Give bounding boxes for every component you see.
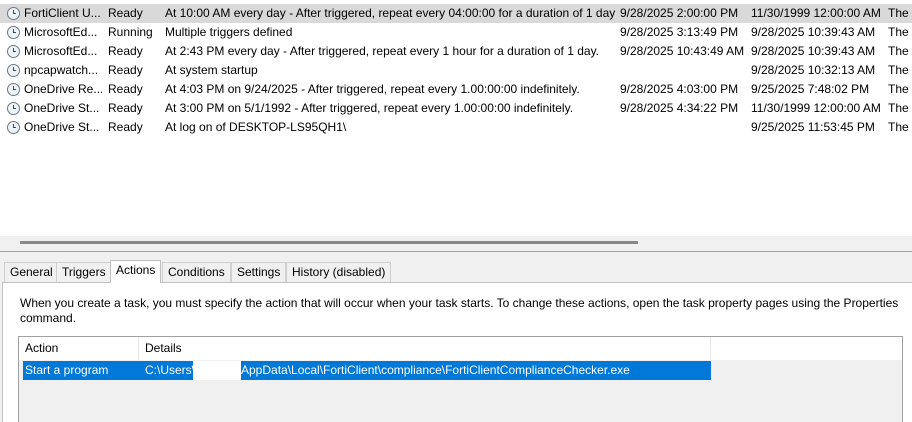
task-row[interactable]: MicrosoftEd... Ready At 2:43 PM every day … (0, 42, 912, 61)
task-next-run: 9/28/2025 3:13:49 PM (620, 25, 739, 39)
action-details-suffix: AppData\Local\FortiClient\compliance\For… (241, 363, 630, 377)
horizontal-scrollbar-thumb[interactable] (20, 241, 638, 244)
task-last-result: The t (888, 6, 912, 20)
task-next-run: 9/28/2025 2:00:00 PM (620, 6, 739, 20)
task-last-result: The (888, 120, 909, 134)
task-last-run: 9/25/2025 7:48:02 PM (751, 82, 870, 96)
task-row[interactable]: MicrosoftEd... Running Multiple triggers d… (0, 23, 912, 42)
action-details-prefix: C:\Users\ (145, 363, 196, 377)
scheduled-task-clock-icon (7, 121, 20, 134)
task-triggers: At 10:00 AM every day - After triggered,… (165, 6, 615, 20)
scheduled-task-clock-icon (7, 102, 20, 115)
scheduled-task-clock-icon (7, 45, 20, 58)
task-status: Ready (108, 82, 143, 96)
actions-list: Action Details Start a program C:\Users\… (18, 336, 903, 422)
task-name: OneDrive Re... (24, 82, 102, 96)
task-last-result: The (888, 44, 909, 58)
task-status: Running (108, 25, 153, 39)
task-next-run: 9/28/2025 10:43:49 AM (620, 44, 745, 58)
tab-actions[interactable]: Actions (110, 260, 162, 283)
task-next-run: 9/28/2025 4:03:00 PM (620, 82, 739, 96)
column-header-action[interactable]: Action (19, 337, 139, 360)
task-last-run: 9/28/2025 10:32:13 AM (751, 63, 876, 77)
task-last-run: 11/30/1999 12:00:00 AM (751, 101, 881, 115)
task-last-result: The c (888, 63, 912, 77)
task-row[interactable]: OneDrive St... Ready At log on of DESKTOP-… (0, 118, 912, 137)
task-name: npcapwatch... (24, 63, 99, 77)
task-status: Ready (108, 101, 143, 115)
scheduled-task-clock-icon (7, 83, 20, 96)
tab-triggers[interactable]: Triggers (56, 262, 112, 282)
task-list: FortiClient U... Ready At 10:00 AM every d… (0, 0, 912, 252)
task-last-result: The t (888, 101, 912, 115)
task-triggers: At 4:03 PM on 9/24/2025 - After triggere… (165, 82, 580, 96)
task-status: Ready (108, 120, 143, 134)
task-last-run: 9/28/2025 10:39:43 AM (751, 44, 876, 58)
action-row[interactable]: Start a program C:\Users\ AppData\Local\… (23, 361, 711, 380)
task-triggers: At 3:00 PM on 5/1/1992 - After triggered… (165, 101, 574, 115)
task-name: OneDrive St... (24, 101, 100, 115)
task-status: Ready (108, 44, 143, 58)
task-last-run: 11/30/1999 12:00:00 AM (751, 6, 881, 20)
redaction-block (193, 361, 241, 380)
scheduled-task-clock-icon (7, 7, 20, 20)
task-detail-tabs: General Triggers Actions Conditions Settings… (0, 260, 912, 283)
task-last-run: 9/28/2025 10:39:43 AM (751, 25, 876, 39)
scheduled-task-clock-icon (7, 26, 20, 39)
actions-description: When you create a task, you must specify… (20, 296, 899, 325)
column-header-details[interactable]: Details (139, 337, 711, 360)
task-status: Ready (108, 6, 143, 20)
task-row[interactable]: npcapwatch... Ready At system startup 9/28/… (0, 61, 912, 80)
task-triggers: At system startup (165, 63, 258, 77)
task-name: MicrosoftEd... (24, 25, 98, 39)
task-triggers: At log on of DESKTOP-LS95QH1\ (165, 120, 347, 134)
task-name: FortiClient U... (24, 6, 101, 20)
tab-conditions[interactable]: Conditions (162, 262, 231, 282)
task-name: MicrosoftEd... (24, 44, 98, 58)
tab-general[interactable]: General (4, 262, 59, 282)
task-triggers: Multiple triggers defined (165, 25, 293, 39)
tab-settings[interactable]: Settings (231, 262, 287, 282)
scheduled-task-clock-icon (7, 64, 20, 77)
task-row[interactable]: FortiClient U... Ready At 10:00 AM every d… (0, 4, 912, 23)
task-row[interactable]: OneDrive Re... Ready At 4:03 PM on 9/24/20… (0, 80, 912, 99)
task-next-run: 9/28/2025 4:34:22 PM (620, 101, 739, 115)
action-type: Start a program (25, 363, 109, 377)
task-status: Ready (108, 63, 143, 77)
tab-history-disabled[interactable]: History (disabled) (286, 262, 392, 282)
task-name: OneDrive St... (24, 120, 100, 134)
task-triggers: At 2:43 PM every day - After triggered, … (165, 44, 600, 58)
actions-list-body: Start a program C:\Users\ AppData\Local\… (19, 360, 902, 422)
pane-splitter[interactable] (0, 252, 912, 260)
task-last-result: The (888, 25, 909, 39)
task-row[interactable]: OneDrive St... Ready At 3:00 PM on 5/1/199… (0, 99, 912, 118)
task-last-result: The (888, 82, 909, 96)
task-last-run: 9/25/2025 11:53:45 PM (751, 120, 875, 134)
actions-list-header: Action Details (19, 337, 712, 360)
